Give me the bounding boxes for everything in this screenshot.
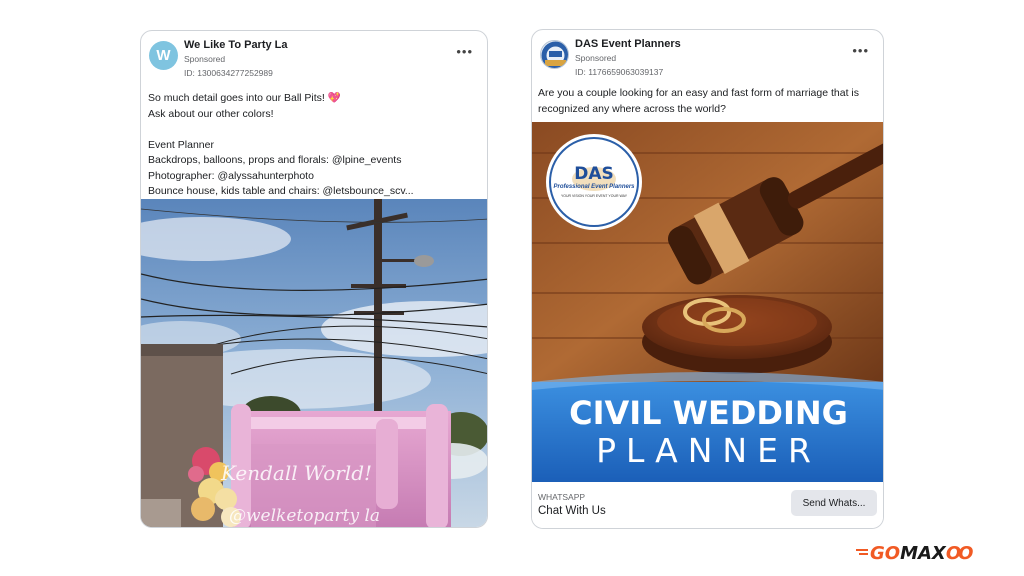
ad-id: ID: 1300634277252989 [184, 68, 273, 78]
ad-card-we-like-to-party: W We Like To Party La Sponsored ID: 1300… [140, 30, 488, 528]
body-line: Are you a couple looking for an easy and… [538, 87, 860, 99]
page-name[interactable]: DAS Event Planners [575, 38, 681, 50]
headline-civil-wedding: CIVIL WEDDING [569, 394, 848, 432]
more-options-icon[interactable]: ••• [852, 44, 869, 57]
sponsored-label: Sponsored [184, 54, 226, 64]
body-line: So much detail goes into our Ball Pits! … [148, 92, 341, 104]
sponsored-label: Sponsored [575, 53, 617, 63]
logo-go: GO [870, 542, 901, 564]
gomaxoo-logo: GO MAX OO [856, 540, 974, 566]
cta-title[interactable]: Chat With Us [538, 505, 606, 517]
das-badge-tagline: YOUR VISION YOUR EVENT YOUR WAY [560, 194, 628, 198]
body-line: recognized any where across the world? [538, 102, 726, 115]
more-options-icon[interactable]: ••• [456, 45, 473, 58]
ad-card-das-event-planners: DAS Event Planners Sponsored ID: 1176659… [531, 29, 884, 529]
speed-lines-icon [856, 549, 868, 555]
logo-max: MAX [900, 542, 946, 564]
logo-oo: OO [945, 542, 974, 564]
cta-source: WHATSAPP [538, 492, 586, 502]
ad-header: W We Like To Party La Sponsored ID: 1300… [141, 31, 487, 81]
ad-header: DAS Event Planners Sponsored ID: 1176659… [532, 30, 883, 80]
page-avatar[interactable] [540, 40, 569, 69]
ad-id: ID: 1176659063039137 [575, 67, 664, 77]
das-badge-subtitle: Professional Event Planners [553, 184, 635, 190]
page-avatar[interactable]: W [149, 41, 178, 70]
body-line: Backdrops, balloons, props and florals: … [148, 154, 402, 166]
ad-media-image[interactable]: DAS Professional Event Planners YOUR VIS… [532, 122, 883, 482]
das-badge-title: DAS [574, 164, 614, 184]
page-name[interactable]: We Like To Party La [184, 39, 288, 51]
das-logo-icon [541, 41, 568, 68]
body-line [148, 122, 414, 138]
send-whatsapp-button[interactable]: Send Whats... [791, 490, 877, 516]
video-overlay-handle: @welketoparty la [229, 506, 381, 526]
ad-body-text: Are you a couple looking for an easy and… [532, 86, 865, 117]
ad-media-video[interactable]: Kendall World! @welketoparty la [141, 199, 487, 527]
body-line: Bounce house, kids table and chairs: @le… [148, 185, 414, 197]
video-overlay-caption: Kendall World! [221, 461, 373, 485]
body-line: Event Planner [148, 138, 214, 151]
cta-bar: WHATSAPP Chat With Us Send Whats... [532, 482, 883, 528]
headline-planner: PLANNER [596, 431, 821, 470]
ad-body-text: So much detail goes into our Ball Pits! … [142, 91, 420, 200]
body-line: Ask about our other colors! [148, 107, 274, 120]
body-line: Photographer: @alyssahunterphoto [148, 169, 314, 182]
